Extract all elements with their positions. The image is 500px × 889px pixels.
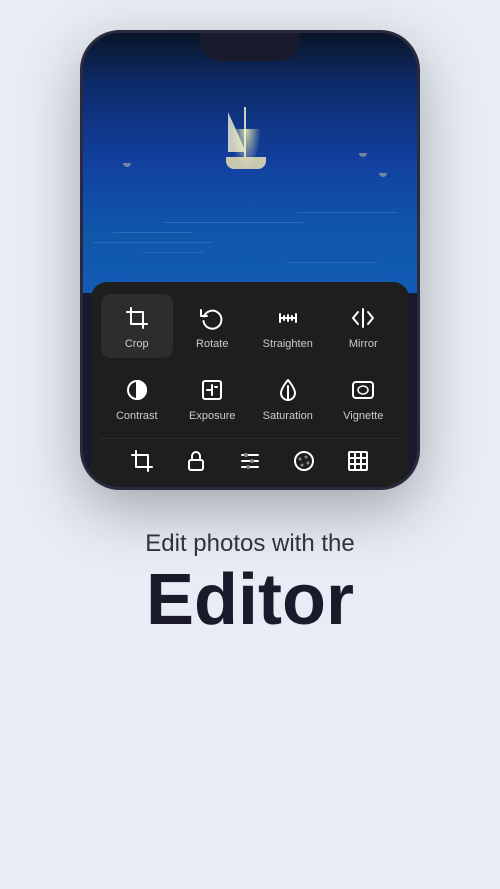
saturation-icon bbox=[272, 374, 304, 406]
mirror-label: Mirror bbox=[349, 338, 378, 350]
tool-vignette[interactable]: Vignette bbox=[327, 366, 399, 430]
tool-straighten[interactable]: Straighten bbox=[252, 294, 324, 358]
contrast-label: Contrast bbox=[116, 410, 158, 422]
tool-crop[interactable]: Crop bbox=[101, 294, 173, 358]
small-boat-3 bbox=[123, 163, 131, 167]
rotate-icon bbox=[196, 302, 228, 334]
tool-exposure[interactable]: Exposure bbox=[176, 366, 248, 430]
straighten-icon bbox=[272, 302, 304, 334]
nav-sliders[interactable] bbox=[236, 447, 264, 475]
vignette-icon bbox=[347, 374, 379, 406]
tool-saturation[interactable]: Saturation bbox=[252, 366, 324, 430]
crop-label: Crop bbox=[125, 338, 149, 350]
nav-crop[interactable] bbox=[128, 447, 156, 475]
boat bbox=[226, 157, 266, 169]
exposure-icon bbox=[196, 374, 228, 406]
mirror-icon bbox=[347, 302, 379, 334]
bottom-nav bbox=[99, 438, 401, 479]
tool-mirror[interactable]: Mirror bbox=[327, 294, 399, 358]
phone-frame: Crop Rotate bbox=[80, 30, 420, 490]
phone-notch bbox=[200, 33, 300, 61]
main-title: Editor bbox=[145, 564, 354, 636]
phone-wrapper: Crop Rotate bbox=[80, 30, 420, 490]
nav-grid[interactable] bbox=[344, 447, 372, 475]
nav-lock[interactable] bbox=[182, 447, 210, 475]
tools-row-1: Crop Rotate bbox=[99, 294, 401, 358]
nav-palette[interactable] bbox=[290, 447, 318, 475]
tool-contrast[interactable]: Contrast bbox=[101, 366, 173, 430]
tools-row-2: Contrast Exposure bbox=[99, 366, 401, 430]
crop-icon bbox=[121, 302, 153, 334]
contrast-icon bbox=[121, 374, 153, 406]
small-boat-1 bbox=[359, 153, 367, 157]
vignette-label: Vignette bbox=[343, 410, 383, 422]
toolbar-panel: Crop Rotate bbox=[91, 282, 409, 487]
text-section: Edit photos with the Editor bbox=[115, 530, 384, 636]
exposure-label: Exposure bbox=[189, 410, 235, 422]
tool-rotate[interactable]: Rotate bbox=[176, 294, 248, 358]
rotate-label: Rotate bbox=[196, 338, 228, 350]
subtitle: Edit photos with the bbox=[145, 530, 354, 558]
photo-area bbox=[83, 33, 417, 293]
straighten-label: Straighten bbox=[263, 338, 313, 350]
saturation-label: Saturation bbox=[263, 410, 313, 422]
